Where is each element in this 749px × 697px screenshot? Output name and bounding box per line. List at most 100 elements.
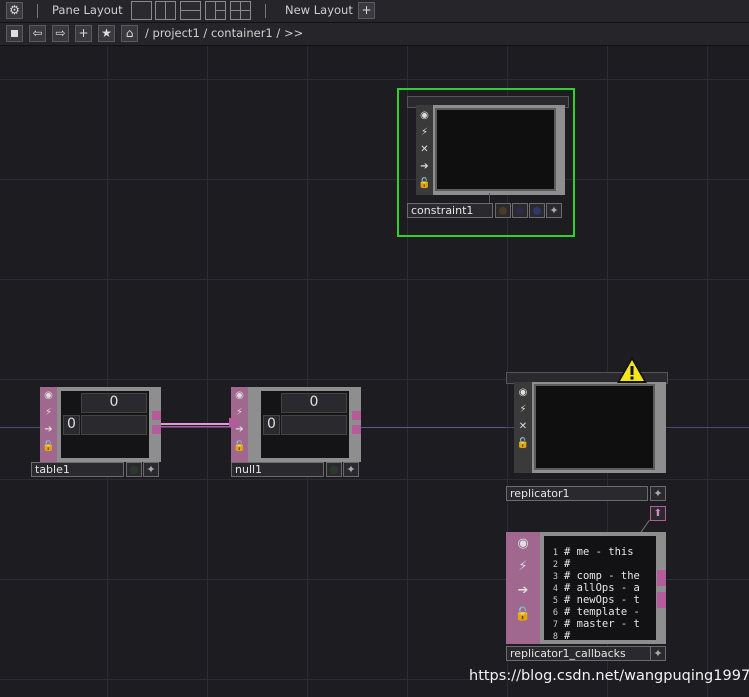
new-layout-label: New Layout <box>285 3 353 17</box>
network-menu-icon[interactable]: ⚙ <box>6 2 23 19</box>
network-editor-canvas[interactable]: ◉ ⚡ ✕ ➔ 🔓 constraint1 ✦ ◉ ⚡ ➔ 🔓 0 0 tabl… <box>0 46 749 697</box>
wire-table1-to-null1-shadow <box>161 426 232 427</box>
grid-line <box>0 79 749 80</box>
render-flag-icon[interactable]: ✦ <box>650 646 666 661</box>
table-cell <box>281 415 347 435</box>
split-vertical-layout-icon[interactable] <box>155 1 176 20</box>
display-flag-icon[interactable]: ➔ <box>40 421 57 438</box>
warning-triangle-icon[interactable] <box>616 356 648 388</box>
replicator1-node[interactable]: ◉ ⚡ ✕ 🔓 replicator1 ✦ <box>506 357 668 502</box>
back-arrow-icon[interactable]: ⇦ <box>29 25 46 42</box>
split-horizontal-layout-icon[interactable] <box>180 1 201 20</box>
add-layout-button[interactable]: + <box>358 2 375 19</box>
lock-icon[interactable]: 🔓 <box>506 606 540 623</box>
network-path-breadcrumb[interactable]: / project1 / container1 / >> <box>145 26 303 40</box>
grid-line <box>0 179 749 180</box>
cook-flag-icon[interactable]: ⚡ <box>506 558 540 575</box>
three-pane-layout-icon[interactable] <box>205 1 226 20</box>
cook-flag-icon[interactable]: ⚡ <box>416 124 433 141</box>
node-side-icons: ◉ ⚡ ✕ 🔓 <box>514 382 532 473</box>
viewer-toggle-icon[interactable]: ◉ <box>40 387 57 404</box>
network-path-bar: ⇦ ⇨ + ★ ⌂ / project1 / container1 / >> <box>0 23 749 46</box>
replicator1-callbacks-name-label[interactable]: replicator1_callbacks <box>506 646 656 661</box>
render-flag-icon[interactable]: ✦ <box>143 462 159 477</box>
code-line: 3 # comp - the <box>552 570 640 582</box>
output-port[interactable] <box>152 411 161 420</box>
add-button[interactable]: + <box>75 25 92 42</box>
lock-icon[interactable]: 🔓 <box>416 175 433 192</box>
table1-node[interactable]: ◉ ⚡ ➔ 🔓 0 0 table1 ✦ <box>31 387 163 478</box>
node-side-icons: ◉ ⚡ ➔ 🔓 <box>40 387 57 462</box>
code-line: 4 # allOps - a <box>552 582 640 594</box>
lock-icon[interactable]: 🔓 <box>514 435 532 452</box>
code-line: 2 # <box>552 558 571 570</box>
replicator1-name-label[interactable]: replicator1 <box>506 486 648 501</box>
stop-icon[interactable] <box>6 25 23 42</box>
output-port[interactable] <box>352 411 361 420</box>
render-flag-icon[interactable]: ✦ <box>650 486 666 501</box>
watermark-url: https://blog.csdn.net/wangpuqing1997 <box>469 668 749 684</box>
cook-flag-icon[interactable]: ⚡ <box>40 404 57 421</box>
null1-node[interactable]: ◉ ⚡ ➔ 🔓 0 0 null1 ✦ <box>229 387 363 478</box>
viewer-toggle-icon[interactable]: ◉ <box>514 384 532 401</box>
bypass-icon[interactable]: ✕ <box>416 141 433 158</box>
home-icon[interactable]: ⌂ <box>121 25 138 42</box>
render-flag-icon[interactable]: ✦ <box>343 462 359 477</box>
toolbar-divider <box>37 4 38 18</box>
table-column-header: 0 <box>81 393 147 413</box>
output-port[interactable] <box>657 570 666 586</box>
viewer-flag[interactable] <box>495 203 511 218</box>
node-side-icons: ◉ ⚡ ➔ 🔓 <box>506 532 540 644</box>
code-line: 5 # newOps - t <box>552 594 640 606</box>
display-flag-icon[interactable]: ➔ <box>416 158 433 175</box>
null1-name-label[interactable]: null1 <box>231 462 324 477</box>
replicator1-callbacks-node[interactable]: ◉ ⚡ ➔ 🔓 1 # me - this 2 # 3 # comp - the 4 #… <box>506 532 668 662</box>
constraint1-name-label[interactable]: constraint1 <box>407 203 493 218</box>
output-port[interactable] <box>657 592 666 608</box>
viewer-flag[interactable] <box>126 462 142 477</box>
lock-icon[interactable]: 🔓 <box>40 438 57 455</box>
table1-name-label[interactable]: table1 <box>31 462 124 477</box>
replicator1-viewer[interactable] <box>534 384 655 470</box>
viewer-toggle-icon[interactable]: ◉ <box>416 107 433 124</box>
constraint1-viewer[interactable] <box>435 108 556 191</box>
code-line: 1 # me - this <box>552 546 634 558</box>
output-port[interactable] <box>352 425 361 434</box>
pane-layout-label: Pane Layout <box>52 3 123 17</box>
render-flag-icon[interactable]: ✦ <box>546 203 562 218</box>
display-flag-icon[interactable]: ➔ <box>506 582 540 599</box>
table-row-index: 0 <box>263 415 280 435</box>
callbacks-link-arrow-icon[interactable]: ⬆ <box>650 506 666 521</box>
table-row-index: 0 <box>63 415 80 435</box>
table1-viewer[interactable]: 0 0 <box>61 391 149 458</box>
grid-line <box>107 46 108 697</box>
pane-layout-toolbar: ⚙ Pane Layout New Layout + <box>0 0 749 23</box>
four-pane-layout-icon[interactable] <box>230 1 251 20</box>
input-port[interactable] <box>229 418 238 427</box>
null1-viewer[interactable]: 0 0 <box>261 391 349 458</box>
forward-arrow-icon[interactable]: ⇨ <box>52 25 69 42</box>
code-line: 6 # template - <box>552 606 640 618</box>
viewer-flag[interactable] <box>326 462 342 477</box>
code-line: 8 # <box>552 630 571 640</box>
bypass-icon[interactable]: ✕ <box>514 418 532 435</box>
table-column-header: 0 <box>281 393 347 413</box>
lock-icon[interactable]: 🔓 <box>231 438 248 455</box>
template-flag[interactable] <box>512 203 528 218</box>
node-divider <box>489 193 490 203</box>
viewer-toggle-icon[interactable]: ◉ <box>231 387 248 404</box>
star-bookmark-icon[interactable]: ★ <box>98 25 115 42</box>
wire-null1-out <box>361 427 506 428</box>
wire-table1-to-null1[interactable] <box>161 423 232 425</box>
viewer-toggle-icon[interactable]: ◉ <box>506 535 540 552</box>
constraint1-node[interactable]: ◉ ⚡ ✕ ➔ 🔓 constraint1 ✦ <box>397 88 575 237</box>
grid-line <box>207 46 208 697</box>
grid-line <box>707 46 708 697</box>
display-flag[interactable] <box>529 203 545 218</box>
output-port[interactable] <box>152 425 161 434</box>
callbacks-script-viewer[interactable]: 1 # me - this 2 # 3 # comp - the 4 # allOps … <box>544 536 656 640</box>
cook-flag-icon[interactable]: ⚡ <box>514 401 532 418</box>
grid-line <box>0 279 749 280</box>
single-pane-layout-icon[interactable] <box>131 1 152 20</box>
toolbar-divider <box>265 4 266 18</box>
